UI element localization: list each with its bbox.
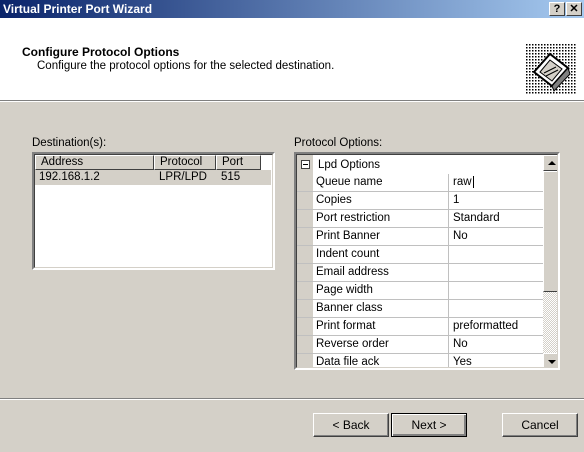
- help-button[interactable]: ?: [549, 2, 565, 16]
- property-row-print-format[interactable]: Print format preformatted: [297, 318, 545, 336]
- property-row-queue-name[interactable]: Queue name raw: [297, 174, 545, 192]
- property-name: Banner class: [316, 302, 383, 314]
- page-subtitle: Configure the protocol options for the s…: [37, 60, 335, 72]
- property-row-reverse-order[interactable]: Reverse order No: [297, 336, 545, 354]
- destination-row[interactable]: 192.168.1.2 LPR/LPD 515: [35, 170, 271, 185]
- collapse-icon[interactable]: [301, 160, 310, 169]
- property-name: Page width: [316, 284, 373, 296]
- button-divider: [0, 398, 584, 400]
- property-value[interactable]: No: [453, 338, 468, 350]
- next-button[interactable]: Next >: [391, 413, 467, 437]
- group-title: Lpd Options: [318, 159, 381, 171]
- property-value[interactable]: 1: [453, 194, 459, 206]
- scroll-up-button[interactable]: [543, 155, 557, 171]
- property-value[interactable]: Standard: [453, 212, 500, 224]
- window-title: Virtual Printer Port Wizard: [3, 2, 153, 16]
- title-bar[interactable]: Virtual Printer Port Wizard ? ✕: [0, 0, 584, 18]
- property-name: Print Banner: [316, 230, 380, 242]
- property-row-print-banner[interactable]: Print Banner No: [297, 228, 545, 246]
- queue-name-input[interactable]: raw: [453, 176, 474, 188]
- column-header-address[interactable]: Address: [35, 155, 154, 170]
- destination-protocol: LPR/LPD: [159, 171, 207, 183]
- close-button[interactable]: ✕: [566, 2, 582, 16]
- property-name: Print format: [316, 320, 376, 332]
- header-separator: [0, 101, 584, 102]
- scroll-down-button[interactable]: [543, 353, 557, 367]
- property-value[interactable]: preformatted: [453, 320, 518, 332]
- wizard-header: Configure Protocol Options Configure the…: [0, 18, 584, 101]
- property-name: Copies: [316, 194, 352, 206]
- protocol-options-grid[interactable]: Lpd Options Queue name raw Copies 1 Port…: [294, 152, 560, 370]
- property-row-page-width[interactable]: Page width: [297, 282, 545, 300]
- grid-scrollbar[interactable]: [543, 155, 557, 367]
- property-name: Reverse order: [316, 338, 389, 350]
- destinations-label: Destination(s):: [32, 137, 107, 149]
- property-row-copies[interactable]: Copies 1: [297, 192, 545, 210]
- property-name: Indent count: [316, 248, 380, 260]
- property-value[interactable]: Yes: [453, 356, 472, 367]
- wizard-window: Virtual Printer Port Wizard ? ✕ Configur…: [0, 0, 584, 452]
- property-name: Port restriction: [316, 212, 391, 224]
- property-row-email-address[interactable]: Email address: [297, 264, 545, 282]
- column-header-protocol[interactable]: Protocol: [154, 155, 216, 170]
- lpd-options-group[interactable]: Lpd Options: [297, 157, 545, 174]
- property-row-banner-class[interactable]: Banner class: [297, 300, 545, 318]
- property-row-port-restriction[interactable]: Port restriction Standard: [297, 210, 545, 228]
- back-button[interactable]: < Back: [313, 413, 389, 437]
- destinations-list[interactable]: Address Protocol Port 192.168.1.2 LPR/LP…: [32, 152, 275, 270]
- property-row-indent-count[interactable]: Indent count: [297, 246, 545, 264]
- column-header-port[interactable]: Port: [216, 155, 261, 170]
- property-name: Queue name: [316, 176, 383, 188]
- property-row-data-file-ack[interactable]: Data file ack Yes: [297, 354, 545, 368]
- property-value[interactable]: No: [453, 230, 468, 242]
- page-title: Configure Protocol Options: [22, 45, 180, 59]
- property-name: Data file ack: [316, 356, 380, 368]
- printer-wizard-icon: [526, 44, 576, 94]
- destination-port: 515: [221, 171, 241, 183]
- cancel-button[interactable]: Cancel: [502, 413, 578, 437]
- property-name: Email address: [316, 266, 389, 278]
- scroll-thumb[interactable]: [543, 171, 557, 292]
- destination-address: 192.168.1.2: [39, 171, 100, 183]
- protocol-options-label: Protocol Options:: [294, 137, 383, 149]
